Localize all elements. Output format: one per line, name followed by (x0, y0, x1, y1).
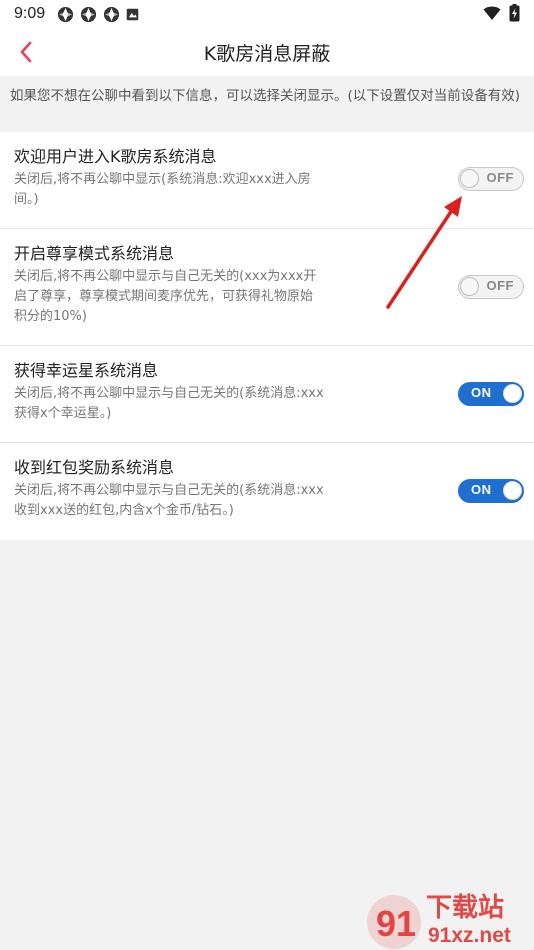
setting-title: 开启尊享模式系统消息 (14, 244, 175, 263)
toggle-label: OFF (486, 278, 514, 293)
watermark-logo-text: 91 (376, 903, 416, 944)
back-button[interactable] (10, 36, 42, 68)
app-notification-icon (58, 6, 74, 22)
app-notification-icon (81, 6, 97, 22)
setting-title: 获得幸运星系统消息 (14, 361, 159, 380)
toggle-knob (503, 384, 522, 403)
page-title: K歌房消息屏蔽 (203, 42, 331, 65)
toggle-label: ON (471, 385, 492, 400)
lucky-star-toggle[interactable]: ON (458, 382, 524, 406)
notice-text: 如果您不想在公聊中看到以下信息，可以选择关闭显示。(以下设置仅对当前设备有效) (10, 88, 521, 104)
vip-mode-toggle[interactable]: OFF (458, 275, 524, 299)
setting-desc: 关闭后,将不再公聊中显示与自己无关的(系统消息:xxx收到xxx送的红包,内含x… (14, 483, 324, 518)
status-bar: 9:09 (0, 0, 534, 28)
toggle-knob (460, 169, 479, 188)
watermark-sub-text: 91xz.net (428, 924, 511, 947)
setting-row-vip-mode: 开启尊享模式系统消息 关闭后,将不再公聊中显示与自己无关的(xxx为xxx开启了… (0, 229, 534, 346)
photo-notification-icon (126, 8, 139, 20)
wifi-icon (483, 6, 501, 20)
red-packet-toggle[interactable]: ON (458, 479, 524, 503)
setting-title: 收到红包奖励系统消息 (14, 458, 175, 477)
app-notification-icon (104, 6, 120, 22)
site-watermark-logo: 91 下载站 91xz.net (367, 893, 511, 949)
watermark-main-text: 下载站 (426, 893, 504, 923)
toggle-knob (503, 481, 522, 500)
status-system-icons (483, 4, 520, 22)
settings-list: 欢迎用户进入K歌房系统消息 关闭后,将不再公聊中显示(系统消息:欢迎xxx进入房… (0, 132, 534, 540)
status-time: 9:09 (14, 5, 46, 22)
chevron-left-icon (20, 41, 32, 63)
setting-desc: 关闭后,将不再公聊中显示与自己无关的(xxx为xxx开启了尊享，尊享模式期间麦序… (14, 269, 317, 324)
setting-title: 欢迎用户进入K歌房系统消息 (14, 147, 217, 166)
nav-bar: K歌房消息屏蔽 (0, 28, 534, 76)
setting-row-lucky-star: 获得幸运星系统消息 关闭后,将不再公聊中显示与自己无关的(系统消息:xxx获得x… (0, 346, 534, 443)
toggle-label: OFF (486, 170, 514, 185)
status-notification-icons (57, 6, 139, 23)
toggle-knob (460, 277, 479, 296)
setting-desc: 关闭后,将不再公聊中显示(系统消息:欢迎xxx进入房间。) (14, 172, 311, 207)
setting-desc: 关闭后,将不再公聊中显示与自己无关的(系统消息:xxx获得x个幸运星。) (14, 386, 324, 421)
welcome-toggle[interactable]: OFF (458, 167, 524, 191)
battery-charging-icon (509, 4, 520, 22)
setting-row-welcome: 欢迎用户进入K歌房系统消息 关闭后,将不再公聊中显示(系统消息:欢迎xxx进入房… (0, 132, 534, 229)
toggle-label: ON (471, 482, 492, 497)
setting-row-red-packet: 收到红包奖励系统消息 关闭后,将不再公聊中显示与自己无关的(系统消息:xxx收到… (0, 443, 534, 540)
